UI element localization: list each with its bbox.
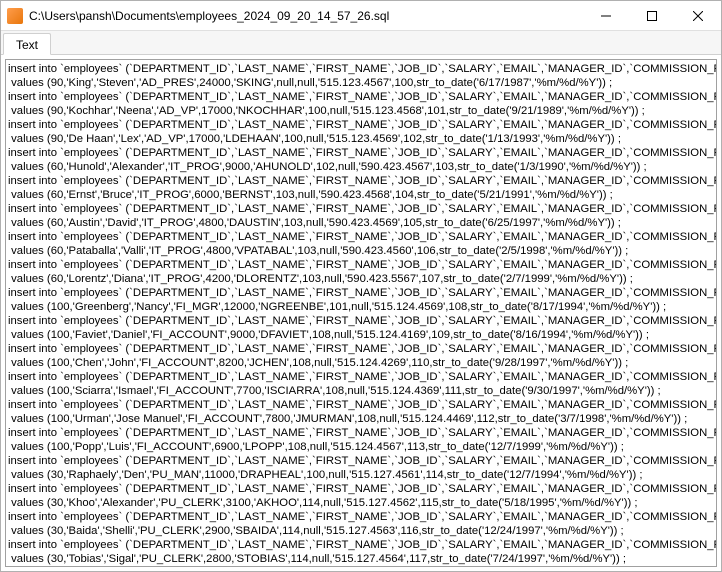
tab-bar: Text (1, 31, 721, 55)
maximize-button[interactable] (629, 1, 675, 30)
minimize-icon (601, 11, 611, 21)
text-editor[interactable]: insert into `employees` (`DEPARTMENT_ID`… (5, 59, 717, 567)
window-title: C:\Users\pansh\Documents\employees_2024_… (29, 9, 583, 23)
close-button[interactable] (675, 1, 721, 30)
window: C:\Users\pansh\Documents\employees_2024_… (0, 0, 722, 572)
window-control-group (583, 1, 721, 30)
titlebar[interactable]: C:\Users\pansh\Documents\employees_2024_… (1, 1, 721, 31)
tab-text[interactable]: Text (3, 33, 51, 55)
minimize-button[interactable] (583, 1, 629, 30)
maximize-icon (647, 11, 657, 21)
close-icon (693, 11, 703, 21)
app-icon (7, 8, 23, 24)
text-content[interactable]: insert into `employees` (`DEPARTMENT_ID`… (6, 60, 716, 566)
content-area: insert into `employees` (`DEPARTMENT_ID`… (1, 55, 721, 571)
